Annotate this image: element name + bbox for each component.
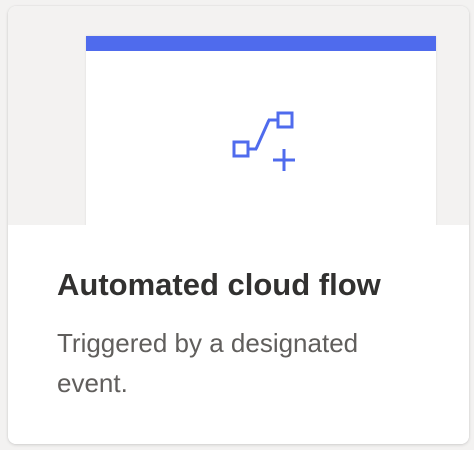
preview-accent-bar	[86, 36, 436, 51]
card-title: Automated cloud flow	[57, 267, 381, 302]
automated-cloud-flow-card[interactable]: Automated cloud flow Triggered by a desi…	[8, 6, 469, 444]
card-content: Automated cloud flow Triggered by a desi…	[8, 225, 469, 444]
preview-window	[86, 36, 436, 225]
card-preview	[8, 6, 469, 225]
flow-connector-add-icon	[232, 111, 295, 171]
card-description: Triggered by a designated event.	[57, 328, 359, 398]
